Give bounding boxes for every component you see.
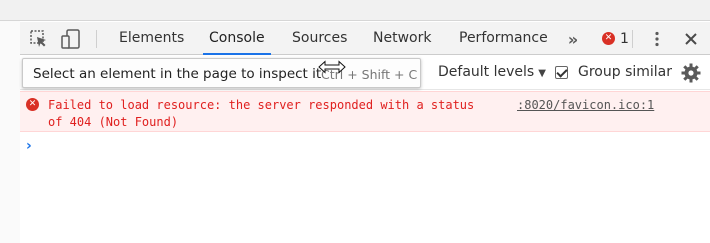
chevron-right-icon[interactable]: › bbox=[26, 138, 32, 154]
tab-console[interactable]: Console bbox=[203, 22, 271, 55]
resize-cursor-icon bbox=[318, 60, 346, 78]
gear-icon[interactable] bbox=[680, 62, 702, 84]
log-levels-dropdown[interactable]: Default levels ▼ bbox=[438, 64, 546, 80]
group-similar-label[interactable]: Group similar bbox=[578, 64, 672, 80]
tab-elements[interactable]: Elements bbox=[119, 22, 184, 55]
inspect-element-icon[interactable] bbox=[28, 29, 50, 49]
error-source-link[interactable]: :8020/favicon.ico:1 bbox=[517, 97, 654, 114]
device-toggle-icon[interactable] bbox=[60, 28, 82, 50]
left-gutter bbox=[0, 21, 20, 243]
kebab-menu-icon[interactable] bbox=[648, 30, 666, 48]
error-count: 1 bbox=[620, 30, 629, 47]
tab-performance[interactable]: Performance bbox=[459, 22, 548, 55]
inspect-tooltip: Select an element in the page to inspect… bbox=[22, 58, 421, 88]
tab-sources[interactable]: Sources bbox=[292, 22, 347, 55]
console-filter-bar: Select an element in the page to inspect… bbox=[20, 56, 710, 90]
toolbar-separator bbox=[632, 30, 633, 48]
caret-down-icon: ▼ bbox=[538, 68, 546, 79]
group-similar-checkbox[interactable] bbox=[555, 66, 568, 79]
tooltip-text: Select an element in the page to inspect… bbox=[33, 66, 322, 82]
devtools-toolbar: Elements Console Sources Network Perform… bbox=[20, 22, 710, 55]
close-icon[interactable] bbox=[682, 30, 700, 48]
double-chevron-right-icon[interactable]: » bbox=[564, 30, 582, 49]
error-count-badge[interactable]: ✕ 1 bbox=[602, 22, 629, 55]
error-circle-icon: ✕ bbox=[602, 32, 615, 45]
log-levels-label: Default levels bbox=[438, 64, 535, 80]
error-circle-icon: ✕ bbox=[26, 98, 39, 111]
toolbar-separator bbox=[96, 30, 97, 48]
tab-network[interactable]: Network bbox=[373, 22, 431, 55]
error-message-text: Failed to load resource: the server resp… bbox=[48, 98, 475, 129]
console-error-message[interactable]: ✕ Failed to load resource: the server re… bbox=[20, 91, 710, 132]
top-strip bbox=[0, 0, 710, 21]
